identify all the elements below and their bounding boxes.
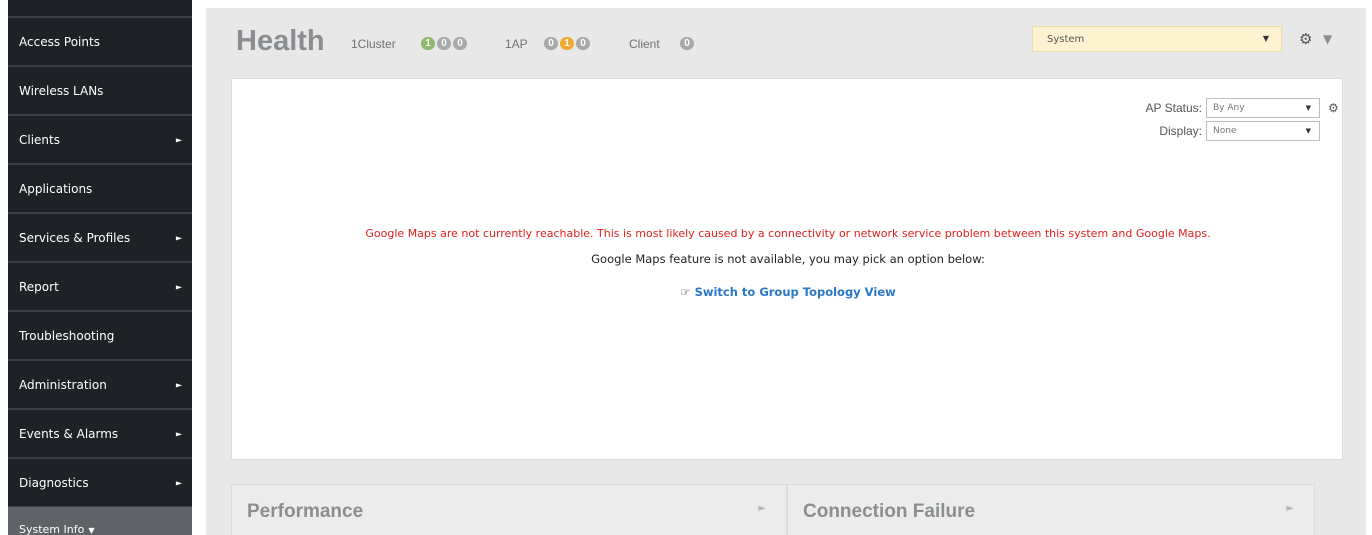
chevron-right-icon: ►: [175, 233, 182, 242]
ap-status-select[interactable]: By Any ▼: [1206, 98, 1320, 118]
client-status-badges[interactable]: 0: [678, 35, 696, 52]
ap-count-label: 1AP: [505, 37, 528, 51]
sidebar: Access Points Wireless LANs Clients ► Ap…: [8, 0, 192, 535]
expand-arrow-icon[interactable]: ►: [758, 503, 766, 514]
sidebar-item-label: Report: [19, 279, 59, 294]
system-select[interactable]: System ▼: [1032, 26, 1282, 52]
sidebar-item-diagnostics[interactable]: Diagnostics ►: [8, 459, 192, 508]
sidebar-item-label: System Info: [19, 523, 85, 535]
display-filter: Display: None ▼: [1159, 121, 1342, 141]
sidebar-item-wireless-lans[interactable]: Wireless LANs: [8, 67, 192, 116]
performance-title: Performance: [247, 501, 364, 522]
cluster-status-badges[interactable]: 1 0 0: [419, 35, 469, 52]
client-count-label: Client: [629, 37, 660, 51]
main-panel: Health 1Cluster 1 0 0 1AP 0 1 0 Client 0…: [206, 8, 1366, 535]
chevron-right-icon: ►: [175, 429, 182, 438]
switch-to-topology-link[interactable]: ☞ Switch to Group Topology View: [232, 285, 1344, 299]
chevron-right-icon: ►: [175, 282, 182, 291]
sidebar-item-events-alarms[interactable]: Events & Alarms ►: [8, 410, 192, 459]
map-panel: AP Status: By Any ▼ ⚙ Display: None ▼ Go…: [231, 78, 1343, 460]
sidebar-item-label: Clients: [19, 132, 60, 147]
expand-arrow-icon[interactable]: ►: [1286, 503, 1294, 514]
ap-status-value: By Any: [1213, 103, 1245, 113]
status-badge: 0: [574, 35, 592, 52]
chevron-right-icon: ►: [175, 380, 182, 389]
gear-icon[interactable]: ⚙: [1299, 30, 1312, 48]
page-title: Health: [236, 25, 325, 57]
sidebar-item-report[interactable]: Report ►: [8, 263, 192, 312]
sidebar-item-label: Administration: [19, 377, 107, 392]
sidebar-item-access-points[interactable]: Access Points: [8, 18, 192, 67]
system-select-value: System: [1047, 33, 1085, 45]
sidebar-item-label: Events & Alarms: [19, 426, 119, 441]
chevron-right-icon: ►: [175, 478, 182, 487]
display-select[interactable]: None ▼: [1206, 121, 1320, 141]
chevron-down-icon: ▼: [1305, 104, 1311, 112]
ap-status-label: AP Status:: [1145, 101, 1202, 115]
sidebar-item-system-info[interactable]: System Info ▼: [8, 507, 192, 535]
ap-status-filter: AP Status: By Any ▼ ⚙: [1146, 98, 1342, 118]
sidebar-item-administration[interactable]: Administration ►: [8, 361, 192, 410]
sidebar-item-applications[interactable]: Applications: [8, 165, 192, 214]
funnel-icon[interactable]: ▼: [1323, 32, 1332, 46]
pointing-hand-icon: ☞: [680, 285, 691, 299]
display-label: Display:: [1159, 124, 1202, 138]
sidebar-item-label: Diagnostics: [19, 475, 89, 490]
sidebar-item-troubleshooting[interactable]: Troubleshooting: [8, 312, 192, 361]
cluster-count-label: 1Cluster: [351, 37, 396, 51]
ap-status-badges[interactable]: 0 1 0: [542, 35, 592, 52]
sidebar-item-label: Applications: [19, 181, 93, 196]
caret-down-icon: ▼: [88, 526, 95, 535]
status-badge: 0: [451, 35, 469, 52]
topology-link-label: Switch to Group Topology View: [694, 285, 896, 299]
maps-error-message: Google Maps are not currently reachable.…: [365, 227, 1211, 240]
chevron-down-icon: ▼: [1262, 34, 1269, 43]
performance-panel[interactable]: Performance ►: [231, 484, 787, 535]
sidebar-item-label: Troubleshooting: [19, 328, 115, 343]
health-header: Health 1Cluster 1 0 0 1AP 0 1 0 Client 0…: [206, 8, 1366, 78]
connection-failure-panel[interactable]: Connection Failure ►: [787, 484, 1315, 535]
sidebar-item-services-profiles[interactable]: Services & Profiles ►: [8, 214, 192, 263]
connection-failure-title: Connection Failure: [803, 501, 976, 522]
sidebar-item-clients[interactable]: Clients ►: [8, 116, 192, 165]
chevron-right-icon: ►: [175, 135, 182, 144]
sidebar-top-strip: [8, 0, 192, 18]
gear-icon[interactable]: ⚙: [1328, 101, 1342, 115]
sidebar-item-label: Access Points: [19, 34, 100, 49]
sidebar-item-label: Services & Profiles: [19, 230, 131, 245]
sidebar-item-label: Wireless LANs: [19, 83, 104, 98]
chevron-down-icon: ▼: [1305, 127, 1311, 135]
maps-info-message: Google Maps feature is not available, yo…: [591, 252, 985, 266]
status-badge: 0: [678, 35, 696, 52]
display-value: None: [1213, 126, 1237, 136]
